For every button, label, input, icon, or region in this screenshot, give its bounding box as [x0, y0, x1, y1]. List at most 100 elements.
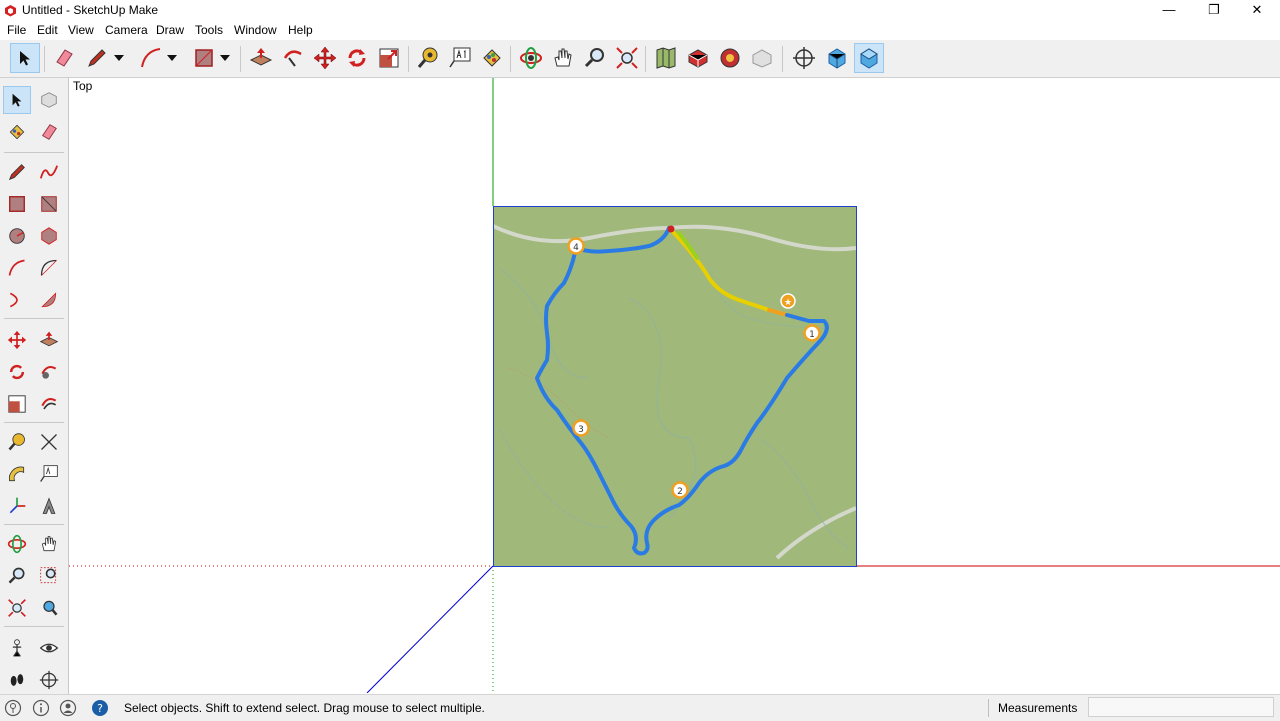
- walk-tool-button[interactable]: [3, 666, 31, 694]
- credits-info-icon[interactable]: [32, 699, 50, 717]
- dimension-tool-button[interactable]: [35, 428, 63, 456]
- two-point-arc-tool-button[interactable]: [35, 254, 63, 282]
- three-point-arc-tool-button[interactable]: [3, 286, 31, 314]
- circle-tool-button[interactable]: [3, 222, 31, 250]
- offset-tool-button[interactable]: [35, 390, 63, 418]
- eraser-tool-button[interactable]: [49, 43, 79, 73]
- menu-camera[interactable]: Camera: [105, 23, 148, 37]
- rotated-rectangle-tool-button[interactable]: [35, 190, 63, 218]
- user-account-icon[interactable]: [59, 699, 77, 717]
- orbit-tool-button[interactable]: [3, 530, 31, 558]
- minimize-button[interactable]: —: [1146, 0, 1192, 21]
- waypoint-marker-1[interactable]: 1: [803, 324, 821, 342]
- follow-me-tool-button[interactable]: [35, 358, 63, 386]
- zoom-extents-tool-button[interactable]: [612, 43, 642, 73]
- previous-view-tool-button[interactable]: [35, 594, 63, 622]
- rotate-tool-button[interactable]: [342, 43, 372, 73]
- pan-tool-button[interactable]: [35, 530, 63, 558]
- scale-tool-button[interactable]: [374, 43, 404, 73]
- share-model-button[interactable]: [715, 43, 745, 73]
- waypoint-marker-3[interactable]: 3: [572, 419, 590, 437]
- zoom-tool-button[interactable]: [580, 43, 610, 73]
- position-camera-button[interactable]: [789, 43, 819, 73]
- paint-bucket-tool-button[interactable]: [477, 43, 507, 73]
- eraser-icon: [56, 49, 73, 67]
- waypoint-marker-4[interactable]: 4: [567, 237, 585, 255]
- paint-bucket-tool-button[interactable]: [3, 118, 31, 146]
- drawing-viewport[interactable]: Top ★ 1 2 3 4: [69, 78, 1280, 693]
- rectangle-dropdown-button[interactable]: [216, 43, 234, 73]
- toolbar-separator: [44, 46, 45, 72]
- follow-me-tool-button[interactable]: [278, 43, 308, 73]
- push-pull-tool-button[interactable]: [246, 43, 276, 73]
- top-view-icon: [860, 48, 878, 69]
- menu-window[interactable]: Window: [234, 23, 277, 37]
- menu-tools[interactable]: Tools: [195, 23, 223, 37]
- line-tool-button[interactable]: [3, 158, 31, 186]
- menu-edit[interactable]: Edit: [37, 23, 58, 37]
- add-location-button[interactable]: [651, 43, 681, 73]
- text-tool-button[interactable]: [35, 460, 63, 488]
- polygon-tool-button[interactable]: [35, 222, 63, 250]
- 3d-text-tool-button[interactable]: [35, 492, 63, 520]
- rotate-tool-button[interactable]: [3, 358, 31, 386]
- zoom-tool-button[interactable]: [3, 562, 31, 590]
- select-tool-button[interactable]: [10, 43, 40, 73]
- close-button[interactable]: ✕: [1234, 0, 1280, 21]
- menu-help[interactable]: Help: [288, 23, 313, 37]
- pencil-tool-button[interactable]: [82, 43, 112, 73]
- tape-measure-tool-button[interactable]: [413, 43, 443, 73]
- axes-tool-button[interactable]: [3, 492, 31, 520]
- zoom-icon: [584, 48, 604, 68]
- arc-tool-button[interactable]: [136, 43, 166, 73]
- toolbar-separator: [4, 422, 64, 423]
- position-camera-tool-button[interactable]: [3, 634, 31, 662]
- section-plane-tool-button[interactable]: [35, 666, 63, 694]
- eraser-tool-button[interactable]: [35, 118, 63, 146]
- pie-tool-button[interactable]: [35, 286, 63, 314]
- rectangle-tool-button[interactable]: [3, 190, 31, 218]
- zoom-extents-tool-button[interactable]: [3, 594, 31, 622]
- protractor-icon: [8, 466, 25, 482]
- restore-button[interactable]: ❐: [1191, 0, 1237, 21]
- measurements-field[interactable]: [1088, 697, 1274, 717]
- move-tool-button[interactable]: [3, 326, 31, 354]
- move-icon: [7, 330, 27, 350]
- top-view-button[interactable]: [854, 43, 884, 73]
- menu-file[interactable]: File: [7, 23, 26, 37]
- get-models-button[interactable]: [683, 43, 713, 73]
- toolbar-separator: [645, 46, 646, 72]
- map-image[interactable]: ★ 1 2 3 4: [492, 206, 857, 567]
- waypoint-marker-2[interactable]: 2: [671, 481, 689, 499]
- zoom-window-tool-button[interactable]: [35, 562, 63, 590]
- freehand-tool-button[interactable]: [35, 158, 63, 186]
- push-pull-icon: [39, 331, 59, 347]
- look-around-tool-button[interactable]: [35, 634, 63, 662]
- select-tool-button[interactable]: [3, 86, 31, 114]
- svg-text:3: 3: [578, 425, 584, 435]
- text-tool-button[interactable]: [445, 43, 475, 73]
- extension-warehouse-button[interactable]: [747, 43, 777, 73]
- pan-icon: [554, 48, 572, 67]
- orbit-tool-button[interactable]: [516, 43, 546, 73]
- push-pull-icon: [249, 48, 273, 66]
- protractor-tool-button[interactable]: [3, 460, 31, 488]
- scale-tool-button[interactable]: [3, 390, 31, 418]
- pan-tool-button[interactable]: [548, 43, 578, 73]
- menu-view[interactable]: View: [68, 23, 94, 37]
- geolocation-icon[interactable]: [4, 699, 22, 717]
- arc-dropdown-button[interactable]: [163, 43, 181, 73]
- pencil-dropdown-button[interactable]: [110, 43, 128, 73]
- toolbar-separator: [240, 46, 241, 72]
- move-tool-button[interactable]: [310, 43, 340, 73]
- tape-measure-tool-button[interactable]: [3, 428, 31, 456]
- arc-tool-button[interactable]: [3, 254, 31, 282]
- rectangle-tool-button[interactable]: [189, 43, 219, 73]
- menu-draw[interactable]: Draw: [156, 23, 184, 37]
- pie-icon: [41, 292, 57, 308]
- iso-view-button[interactable]: [822, 43, 852, 73]
- menu-bar: File Edit View Camera Draw Tools Window …: [0, 21, 1280, 40]
- help-icon[interactable]: ?: [91, 699, 109, 717]
- make-component-button[interactable]: [35, 86, 63, 114]
- push-pull-tool-button[interactable]: [35, 326, 63, 354]
